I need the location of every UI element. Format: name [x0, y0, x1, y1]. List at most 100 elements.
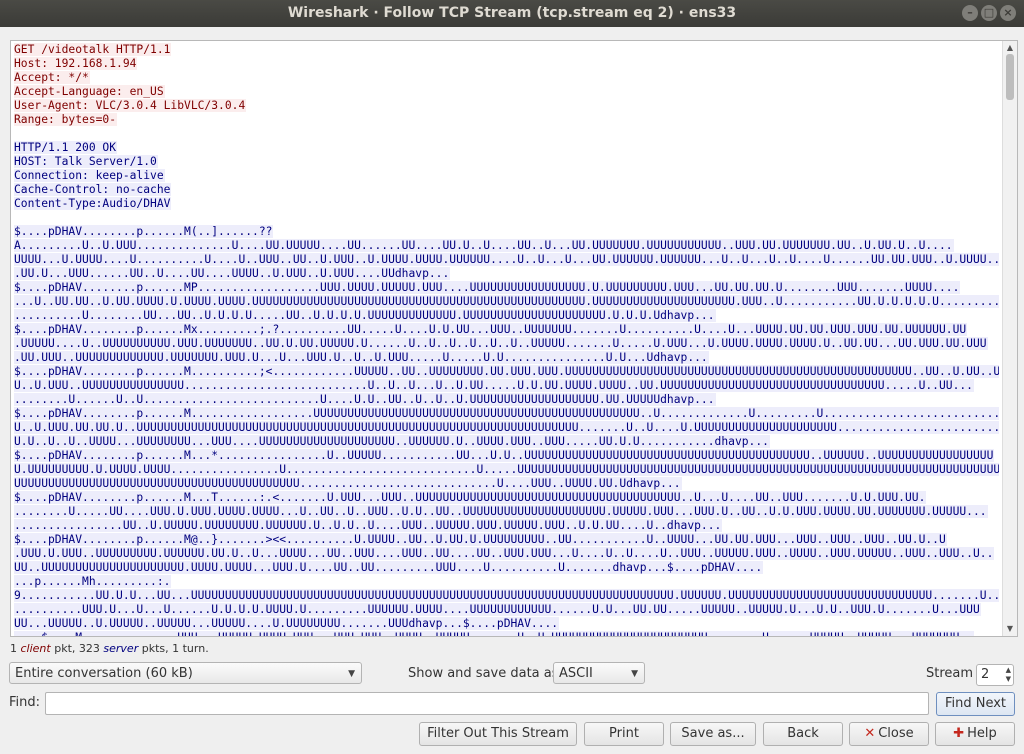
client-stream-line: GET /videotalk HTTP/1.1 — [14, 43, 999, 57]
server-stream-line: Connection: keep-alive — [14, 169, 999, 183]
client-stream-line: Range: bytes=0- — [14, 113, 999, 127]
help-lifebuoy-icon: ✚ — [953, 726, 965, 741]
back-label: Back — [787, 726, 819, 741]
server-stream-line: ........U.....UU....UUU.U.UUU.UUUU.UUUU.… — [14, 505, 999, 519]
server-stream-line: Content-Type:Audio/DHAV — [14, 197, 999, 211]
conversation-select-value: Entire conversation (60 kB) — [15, 666, 193, 681]
client-stream-text: User-Agent: VLC/3.0.4 LibVLC/3.0.4 — [14, 99, 247, 112]
show-save-label: Show and save data as — [408, 666, 559, 681]
find-next-label: Find Next — [944, 696, 1007, 711]
server-stream-line: $....pDHAV........p......M...T......:.<.… — [14, 491, 999, 505]
server-stream-line: $....pDHAV........p......MP.............… — [14, 281, 999, 295]
window-controls: – □ × — [962, 5, 1016, 21]
server-stream-line: UU...UUUUU..U.UUUUU..UUUUU...UUUUU....U.… — [14, 617, 999, 631]
help-label: Help — [967, 726, 997, 741]
server-stream-text: UUUUUUUUUUUUUUUUUUUUUUUUUUUUUUUUUUUUUUUU… — [14, 477, 682, 490]
server-stream-line: .UUUUU....U..UUUUUUUUUU.UUU.UUUUUUU..UU.… — [14, 337, 999, 351]
find-next-button[interactable]: Find Next — [936, 692, 1015, 716]
client-stream-text: GET /videotalk HTTP/1.1 — [14, 43, 172, 56]
server-stream-text: U.U..U..U..UUUU...UUUUUUUU...UUU....UUUU… — [14, 435, 770, 448]
format-select-value: ASCII — [559, 666, 593, 681]
conversation-select[interactable]: Entire conversation (60 kB) ▼ — [9, 662, 362, 684]
server-label: server — [103, 642, 139, 655]
server-stream-line: U..U.UUU..UUUUUUUUUUUUUUU...............… — [14, 379, 999, 393]
server-stream-line: $....pDHAV........p......Mx.........;.?.… — [14, 323, 999, 337]
stream-text: GET /videotalk HTTP/1.1 Host: 192.168.1.9… — [14, 43, 999, 636]
packet-stats: 1 client pkt, 323 server pkts, 1 turn. — [10, 642, 209, 655]
server-stream-text: U.UUUUUUUUU.U.UUUU.UUUU................U… — [14, 463, 999, 476]
close-button[interactable]: ✕ Close — [849, 722, 929, 746]
server-stream-line: $....pDHAV........p......M..........;<..… — [14, 365, 999, 379]
chevron-down-icon: ▼ — [348, 669, 355, 679]
server-stream-line: U..U.UUU.UU.UU.U..UUUUUUUUUUUUUUUUUUUUUU… — [14, 421, 999, 435]
server-stream-text: ........U......U..U.....................… — [14, 393, 716, 406]
server-stream-text: $....pDHAV........p......M..........;<..… — [14, 365, 999, 378]
close-label: Close — [878, 726, 914, 741]
server-stream-line: U.UUUUUUUUU.U.UUUU.UUUU................U… — [14, 463, 999, 477]
scroll-down-icon[interactable]: ▼ — [1003, 623, 1017, 635]
help-button[interactable]: ✚ Help — [935, 722, 1015, 746]
server-stream-text: A.........U..U.UUU..............U....UU.… — [14, 239, 954, 252]
stream-spinbox[interactable]: 2 ▲ ▼ — [976, 664, 1014, 686]
find-label: Find: — [9, 695, 41, 710]
stats-mid: pkt, — [54, 642, 76, 655]
spin-up-icon[interactable]: ▲ — [1006, 666, 1011, 675]
find-input[interactable] — [45, 692, 929, 715]
close-x-icon: ✕ — [864, 726, 876, 741]
stream-value: 2 — [981, 667, 990, 682]
client-stream-text: Accept: */* — [14, 71, 90, 84]
server-stream-text: ................UU..U.UUUUU.UUUUUUUU.UUU… — [14, 519, 723, 532]
server-stream-text: Content-Type:Audio/DHAV — [14, 197, 172, 210]
stream-label: Stream — [926, 666, 974, 681]
server-stream-line: ...p......Mh.........:. — [14, 575, 999, 589]
minimize-icon[interactable]: – — [962, 5, 978, 21]
server-stream-line: $....pDHAV........p......M(..]......?? — [14, 225, 999, 239]
close-icon[interactable]: × — [1000, 5, 1016, 21]
server-stream-text: HTTP/1.1 200 OK — [14, 141, 118, 154]
vertical-scrollbar[interactable]: ▲ ▼ — [1002, 41, 1017, 636]
server-count: 323 — [78, 642, 100, 655]
client-label: client — [20, 642, 51, 655]
scrollbar-thumb[interactable] — [1006, 54, 1014, 100]
server-stream-text: ....$....M..............UUU...UUUUU.UUUU… — [14, 631, 974, 636]
server-stream-line: ...U..UU.UU..U.UU.UUUU.U.UUUU.UUUU.UUUUU… — [14, 295, 999, 309]
server-stream-line: ..........UUU.U...U...U......U.U.U.U.UUU… — [14, 603, 999, 617]
maximize-icon[interactable]: □ — [981, 5, 997, 21]
server-stream-text: ...U..UU.UU..U.UU.UUUU.U.UUUU.UUUU.UUUUU… — [14, 295, 999, 308]
print-label: Print — [609, 726, 639, 741]
server-stream-line: HTTP/1.1 200 OK — [14, 141, 999, 155]
server-stream-line: .UU.UUU..UUUUUUUUUUUUU.UUUUUUU.UUU.U...U… — [14, 351, 999, 365]
stream-gap — [14, 127, 999, 141]
stats-tail: pkts, 1 turn. — [141, 642, 209, 655]
server-stream-line: $....pDHAV........p......M@..}.......><<… — [14, 533, 999, 547]
server-stream-text: $....pDHAV........p......M...*..........… — [14, 449, 995, 462]
server-stream-text: ..........U........UU...UU..U.U.U.U.....… — [14, 309, 716, 322]
server-stream-line: A.........U..U.UUU..............U....UU.… — [14, 239, 999, 253]
filter-out-button[interactable]: Filter Out This Stream — [419, 722, 577, 746]
server-stream-line: UUUUUUUUUUUUUUUUUUUUUUUUUUUUUUUUUUUUUUUU… — [14, 477, 999, 491]
server-stream-text: UU..UUUUUUUUUUUUUUUUUUUUU.UUUU.UUUU...UU… — [14, 561, 764, 574]
server-stream-text: HOST: Talk Server/1.0 — [14, 155, 158, 168]
server-stream-text: $....pDHAV........p......M@..}.......><<… — [14, 533, 947, 546]
server-stream-line: ..........U........UU...UU..U.U.U.U.....… — [14, 309, 999, 323]
server-stream-text: UU...UUUUU..U.UUUUU..UUUUU...UUUUU....U.… — [14, 617, 560, 630]
stream-content-area[interactable]: GET /videotalk HTTP/1.1 Host: 192.168.1.9… — [10, 40, 1018, 637]
chevron-down-icon: ▼ — [631, 669, 638, 679]
spin-down-icon[interactable]: ▼ — [1006, 675, 1011, 684]
save-as-button[interactable]: Save as... — [670, 722, 756, 746]
server-stream-text: .UU.U...UUU......UU..U....UU....UUUU..U.… — [14, 267, 451, 280]
client-stream-line: Accept-Language: en_US — [14, 85, 999, 99]
server-stream-line: .UU.U...UUU......UU..U....UU....UUUU..U.… — [14, 267, 999, 281]
scroll-up-icon[interactable]: ▲ — [1003, 42, 1017, 54]
format-select[interactable]: ASCII ▼ — [553, 662, 645, 684]
server-stream-line: Cache-Control: no-cache — [14, 183, 999, 197]
server-stream-text: .UUUUU....U..UUUUUUUUUU.UUU.UUUUUUU..UU.… — [14, 337, 988, 350]
server-stream-line: ................UU..U.UUUUU.UUUUUUUU.UUU… — [14, 519, 999, 533]
server-stream-line: UUUU...U.UUUU....U..........U....U..UUU.… — [14, 253, 999, 267]
back-button[interactable]: Back — [763, 722, 843, 746]
server-stream-text: .UU.UUU..UUUUUUUUUUUUU.UUUUUUU.UUU.U...U… — [14, 351, 709, 364]
server-stream-text: $....pDHAV........p......MP.............… — [14, 281, 961, 294]
server-stream-text: $....pDHAV........p......M..............… — [14, 407, 999, 420]
server-stream-text: .UUU.U.UUU..UUUUUUUUU.UUUUUU.UU.U..U...U… — [14, 547, 995, 560]
print-button[interactable]: Print — [584, 722, 664, 746]
